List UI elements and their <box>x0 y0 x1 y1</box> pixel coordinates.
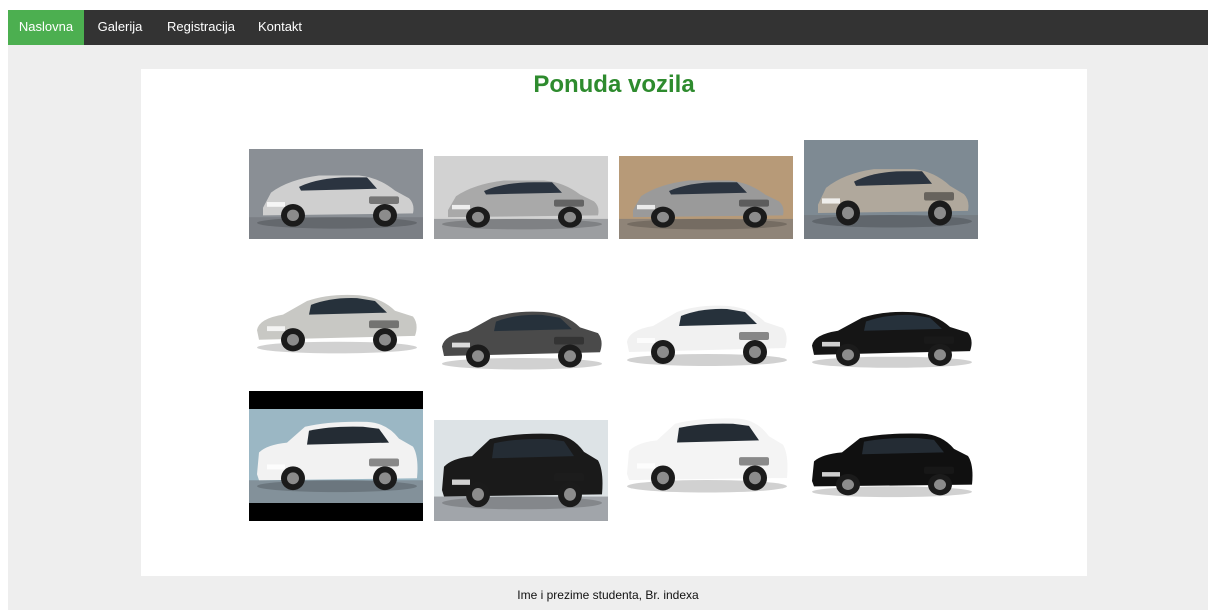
car-image-a-class-silver-2[interactable] <box>434 156 608 239</box>
car-image-c-class-white[interactable] <box>619 282 793 377</box>
page-title: Ponuda vozila <box>533 71 695 98</box>
nav-item-galerija[interactable]: Galerija <box>85 10 155 45</box>
footer-text: Ime i prezime studenta, Br. indexa <box>517 588 699 602</box>
car-image-c-class-silver[interactable] <box>249 272 423 364</box>
car-image-gle-black-2[interactable] <box>804 422 978 507</box>
main-content: Ponuda vozila <box>141 69 1087 576</box>
car-image-gle-coupe-white[interactable] <box>619 405 793 504</box>
car-image-gle-black[interactable] <box>434 420 608 521</box>
page-background: Naslovna Galerija Registracija Kontakt P… <box>8 10 1208 610</box>
car-image-c-class-grey[interactable] <box>434 289 608 380</box>
car-image-a-class-silver-3[interactable] <box>619 156 793 239</box>
car-image-gls-white[interactable] <box>249 391 423 521</box>
car-image-a-class-silver-1[interactable] <box>249 149 423 239</box>
car-image-a-class-silver-4[interactable] <box>804 140 978 239</box>
nav-item-kontakt[interactable]: Kontakt <box>247 10 313 45</box>
nav-item-naslovna[interactable]: Naslovna <box>8 10 84 45</box>
top-navbar: Naslovna Galerija Registracija Kontakt <box>8 10 1208 45</box>
car-image-c-class-black[interactable] <box>804 290 978 378</box>
nav-item-registracija[interactable]: Registracija <box>155 10 247 45</box>
